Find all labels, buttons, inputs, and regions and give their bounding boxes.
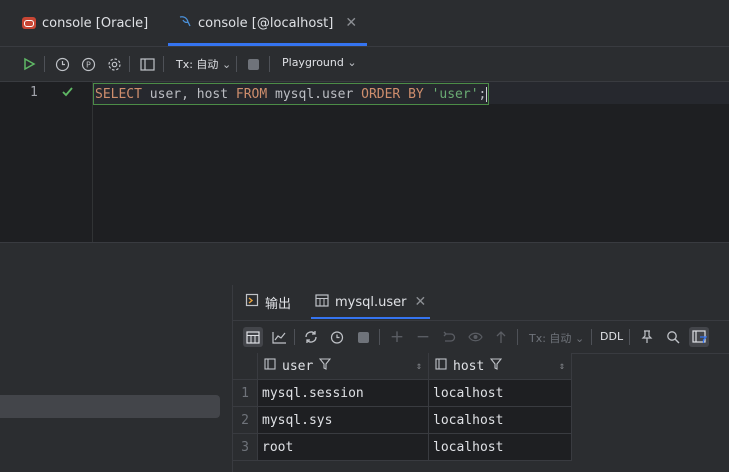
close-icon[interactable]: ✕: [414, 294, 426, 310]
keyword-select: SELECT: [95, 86, 142, 102]
tab-label: console [@localhost]: [198, 15, 334, 31]
tab-label: 输出: [265, 296, 292, 312]
sql-statement[interactable]: SELECT user, host FROM mysql.user ORDER …: [93, 83, 490, 105]
chevron-down-icon: ⌄: [221, 58, 232, 71]
chevron-down-icon: ⌄: [347, 56, 357, 69]
table-row[interactable]: 3 root localhost: [233, 433, 572, 461]
execute-icon[interactable]: [20, 55, 38, 73]
tab-output[interactable]: 输出: [245, 285, 291, 319]
console-toolbar: P Tx: 自动 ⌄ Playground ⌄: [0, 47, 729, 82]
stop-icon[interactable]: [244, 55, 262, 73]
sort-icon[interactable]: ⇕: [559, 361, 565, 372]
sort-icon[interactable]: ⇕: [416, 361, 422, 372]
keyword-from: FROM: [235, 86, 268, 102]
submit-icon[interactable]: [491, 327, 511, 347]
editor-tab-bar: console [Oracle] console [@localhost] ✕: [0, 0, 729, 47]
column-label: user: [282, 358, 314, 374]
column-icon: [264, 358, 276, 374]
line-number: 1: [30, 85, 38, 100]
filter-icon[interactable]: [319, 358, 332, 374]
toolbar-divider: [517, 329, 518, 345]
tab-console-localhost[interactable]: console [@localhost] ✕: [168, 0, 368, 46]
tab-console-oracle[interactable]: console [Oracle]: [22, 0, 148, 46]
mysql-dolphin-icon: [178, 14, 192, 32]
editor-gutter: 1: [0, 82, 93, 242]
results-grid: user ⇕ host ⇕ 1 mysql.session localhost …: [233, 353, 573, 461]
semicolon: ;: [478, 86, 487, 102]
cell-host[interactable]: localhost: [428, 406, 572, 434]
explain-plan-icon[interactable]: P: [79, 55, 97, 73]
close-icon[interactable]: ✕: [345, 15, 357, 31]
row-number-header: [233, 353, 258, 380]
string-literal: 'user': [431, 86, 479, 102]
row-number: 1: [233, 379, 258, 407]
toolbar-divider: [163, 56, 164, 72]
column-header-user[interactable]: user ⇕: [257, 353, 429, 380]
chevron-down-icon: ⌄: [574, 332, 585, 345]
column-icon: [435, 358, 447, 374]
row-number: 2: [233, 406, 258, 434]
toolbar-divider: [629, 329, 630, 345]
filter-view-icon[interactable]: [689, 327, 709, 347]
table-name: mysql.user: [267, 86, 362, 102]
revert-icon[interactable]: [439, 327, 459, 347]
checkmark-icon: [61, 85, 74, 102]
results-layout-icon[interactable]: [138, 55, 156, 73]
transaction-mode-dropdown[interactable]: Tx: 自动 ⌄: [176, 56, 231, 72]
chart-view-icon[interactable]: [269, 327, 289, 347]
svg-text:P: P: [86, 60, 91, 69]
keyword-order-by: ORDER BY: [361, 86, 424, 102]
filter-icon[interactable]: [490, 358, 503, 374]
table-row[interactable]: 2 mysql.sys localhost: [233, 406, 572, 434]
cell-host[interactable]: localhost: [428, 433, 572, 461]
oracle-icon: [22, 17, 36, 29]
toolbar-divider: [294, 329, 295, 345]
output-icon: [245, 293, 259, 311]
refresh-icon[interactable]: [301, 327, 321, 347]
results-tab-bar: 输出 mysql.user ✕: [233, 285, 729, 319]
column-list: user, host: [141, 86, 236, 102]
toolbar-divider: [379, 329, 380, 345]
toolbar-divider: [269, 56, 270, 72]
history-icon[interactable]: [327, 327, 347, 347]
preview-changes-icon[interactable]: [465, 327, 485, 347]
table-icon: [315, 293, 329, 311]
sql-editor[interactable]: 1 SELECT user, host FROM mysql.user ORDE…: [0, 82, 729, 242]
settings-icon[interactable]: [105, 55, 123, 73]
cell-host[interactable]: localhost: [428, 379, 572, 407]
history-icon[interactable]: [53, 55, 71, 73]
services-panel: [0, 285, 233, 472]
column-header-host[interactable]: host ⇕: [428, 353, 572, 380]
toolbar-divider: [591, 329, 592, 345]
transaction-mode-dropdown[interactable]: Tx: 自动 ⌄: [529, 330, 584, 346]
text-cursor: [486, 86, 488, 102]
cell-user[interactable]: mysql.session: [257, 379, 429, 407]
table-row[interactable]: 1 mysql.session localhost: [233, 379, 572, 407]
stop-icon[interactable]: [353, 327, 373, 347]
cell-user[interactable]: root: [257, 433, 429, 461]
panel-splitter[interactable]: [0, 242, 729, 286]
playground-dropdown[interactable]: Playground ⌄: [282, 56, 357, 69]
delete-row-icon[interactable]: −: [413, 327, 433, 347]
toolbar-divider: [129, 56, 130, 72]
selected-tree-item[interactable]: [0, 395, 220, 418]
cell-user[interactable]: mysql.sys: [257, 406, 429, 434]
tab-mysql-user[interactable]: mysql.user ✕: [310, 285, 431, 319]
table-view-icon[interactable]: [243, 327, 263, 347]
tab-label: console [Oracle]: [42, 15, 149, 31]
pin-icon[interactable]: [637, 327, 657, 347]
column-label: host: [453, 358, 485, 374]
tab-label: mysql.user: [335, 294, 407, 310]
row-number: 3: [233, 433, 258, 461]
toolbar-divider: [44, 56, 45, 72]
ddl-button[interactable]: DDL: [600, 330, 623, 343]
results-table: user ⇕ host ⇕ 1 mysql.session localhost …: [233, 353, 572, 461]
add-row-icon[interactable]: +: [387, 327, 407, 347]
toolbar-divider: [236, 56, 237, 72]
results-toolbar: + − Tx: 自动 ⌄ DDL: [233, 320, 729, 354]
search-icon[interactable]: [663, 327, 683, 347]
